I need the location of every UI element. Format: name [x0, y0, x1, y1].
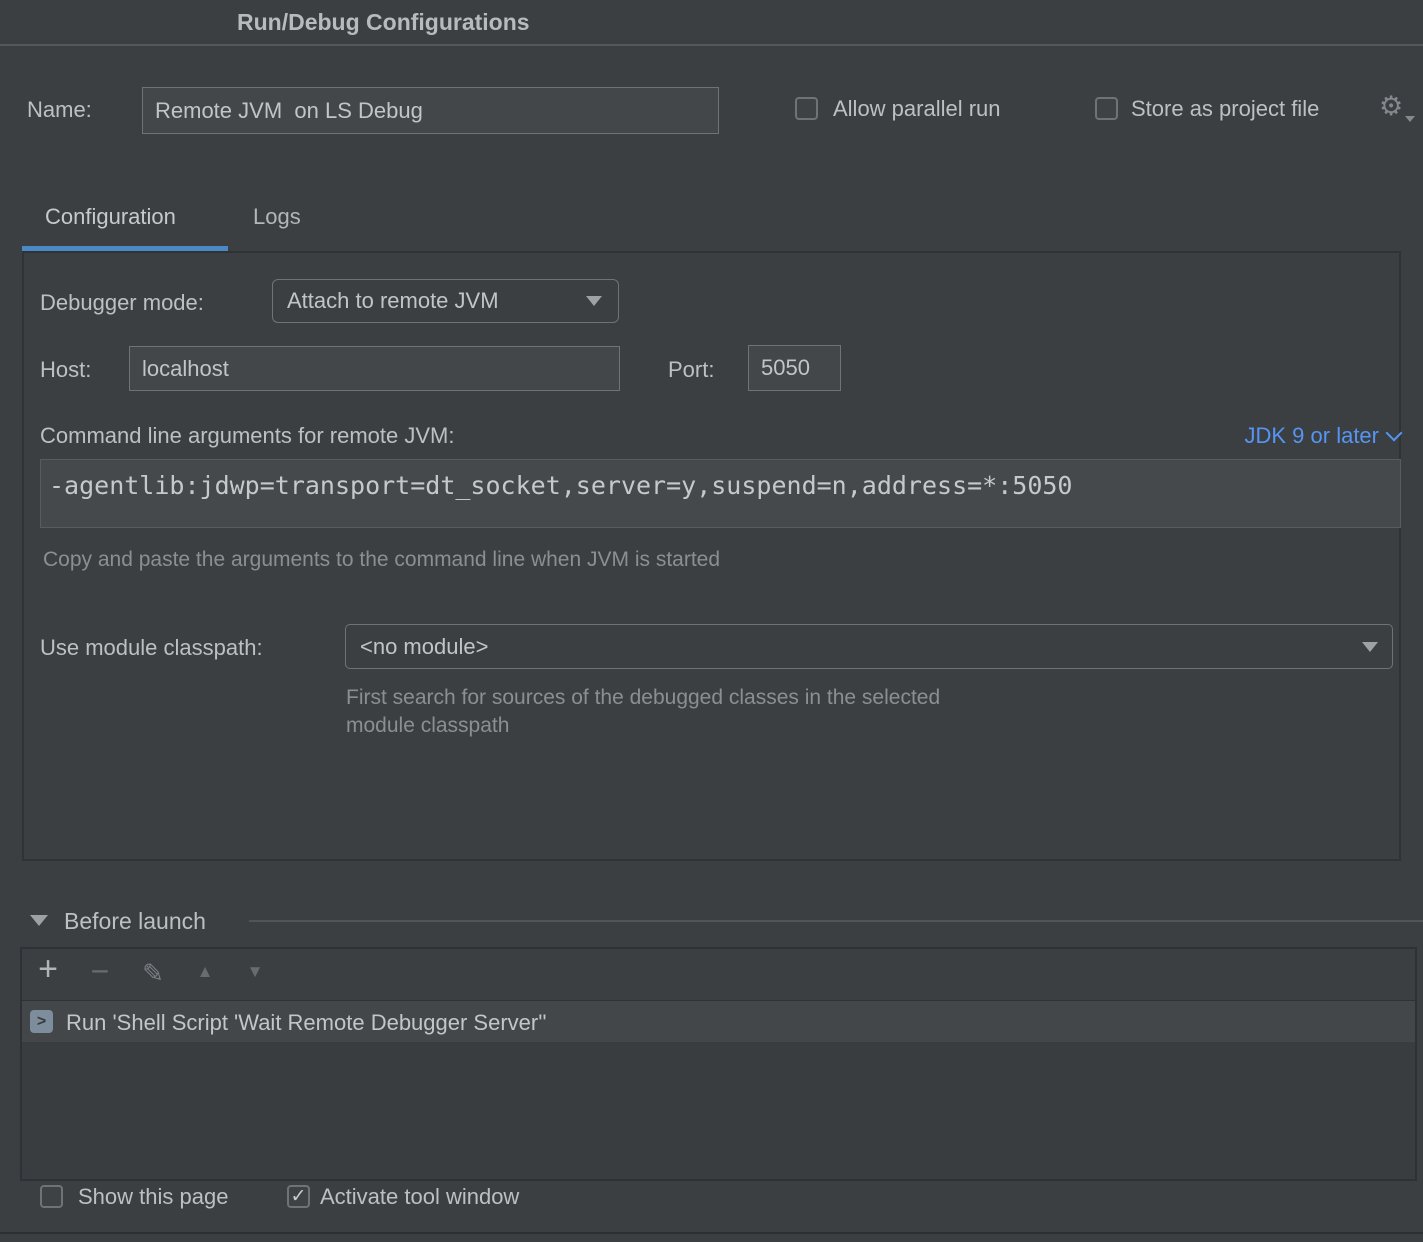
host-input[interactable]: [129, 346, 620, 391]
add-task-button[interactable]: +: [31, 950, 65, 989]
cmdline-args-hint: Copy and paste the arguments to the comm…: [43, 548, 720, 572]
port-label: Port:: [668, 357, 714, 383]
before-launch-task-label: Run 'Shell Script 'Wait Remote Debugger …: [66, 1010, 547, 1036]
cmdline-args-field[interactable]: -agentlib:jdwp=transport=dt_socket,serve…: [40, 459, 1401, 528]
run-debug-configurations-dialog: Run/Debug Configurations Name: Allow par…: [0, 0, 1423, 1242]
tab-logs[interactable]: Logs: [253, 204, 301, 230]
debugger-mode-dropdown[interactable]: Attach to remote JVM: [272, 279, 619, 323]
gear-dropdown-arrow-icon: [1405, 116, 1415, 122]
tab-configuration[interactable]: Configuration: [45, 204, 176, 230]
debugger-mode-value: Attach to remote JVM: [273, 288, 499, 314]
show-this-page-label: Show this page: [78, 1184, 228, 1210]
run-shell-script-icon: >: [30, 1010, 53, 1033]
name-label: Name:: [27, 97, 92, 123]
checkmark-icon: ✓: [291, 1187, 307, 1206]
edit-task-button[interactable]: ✎: [136, 958, 170, 989]
jdk-version-label: JDK 9 or later: [1245, 423, 1380, 449]
module-classpath-label: Use module classpath:: [40, 635, 263, 661]
activate-tool-window-checkbox[interactable]: ✓: [287, 1185, 310, 1208]
store-as-project-file-checkbox[interactable]: [1095, 97, 1118, 120]
store-as-project-file-label: Store as project file: [1131, 96, 1319, 122]
module-classpath-hint-line1: First search for sources of the debugged…: [346, 686, 940, 710]
before-launch-title: Before launch: [64, 908, 206, 935]
dropdown-arrow-icon: [586, 296, 602, 306]
before-launch-toolbar: [22, 949, 1415, 1002]
host-label: Host:: [40, 357, 91, 383]
before-launch-rule: [249, 920, 1423, 922]
cmdline-args-label: Command line arguments for remote JVM:: [40, 423, 455, 449]
show-this-page-checkbox[interactable]: [40, 1185, 63, 1208]
activate-tool-window-label: Activate tool window: [320, 1184, 519, 1210]
name-input[interactable]: [142, 87, 719, 134]
chevron-down-icon: [1386, 425, 1403, 442]
move-down-button[interactable]: ▼: [238, 962, 272, 982]
jdk-version-link[interactable]: JDK 9 or later: [1245, 423, 1401, 449]
remove-task-button[interactable]: −: [83, 953, 117, 990]
port-input[interactable]: [748, 345, 841, 391]
title-divider: [0, 44, 1423, 46]
collapse-arrow-icon[interactable]: [30, 915, 48, 926]
allow-parallel-run-checkbox[interactable]: [795, 97, 818, 120]
module-classpath-value: <no module>: [346, 634, 488, 660]
dialog-title: Run/Debug Configurations: [237, 9, 530, 36]
move-up-button[interactable]: ▲: [188, 962, 222, 982]
module-classpath-dropdown[interactable]: <no module>: [345, 624, 1393, 669]
before-launch-panel: [20, 947, 1417, 1181]
dropdown-arrow-icon: [1362, 642, 1378, 652]
debugger-mode-label: Debugger mode:: [40, 290, 204, 316]
module-classpath-hint-line2: module classpath: [346, 714, 509, 738]
gear-icon[interactable]: ⚙: [1379, 93, 1403, 120]
allow-parallel-run-label: Allow parallel run: [833, 96, 1001, 122]
bottom-separator: [0, 1232, 1423, 1234]
